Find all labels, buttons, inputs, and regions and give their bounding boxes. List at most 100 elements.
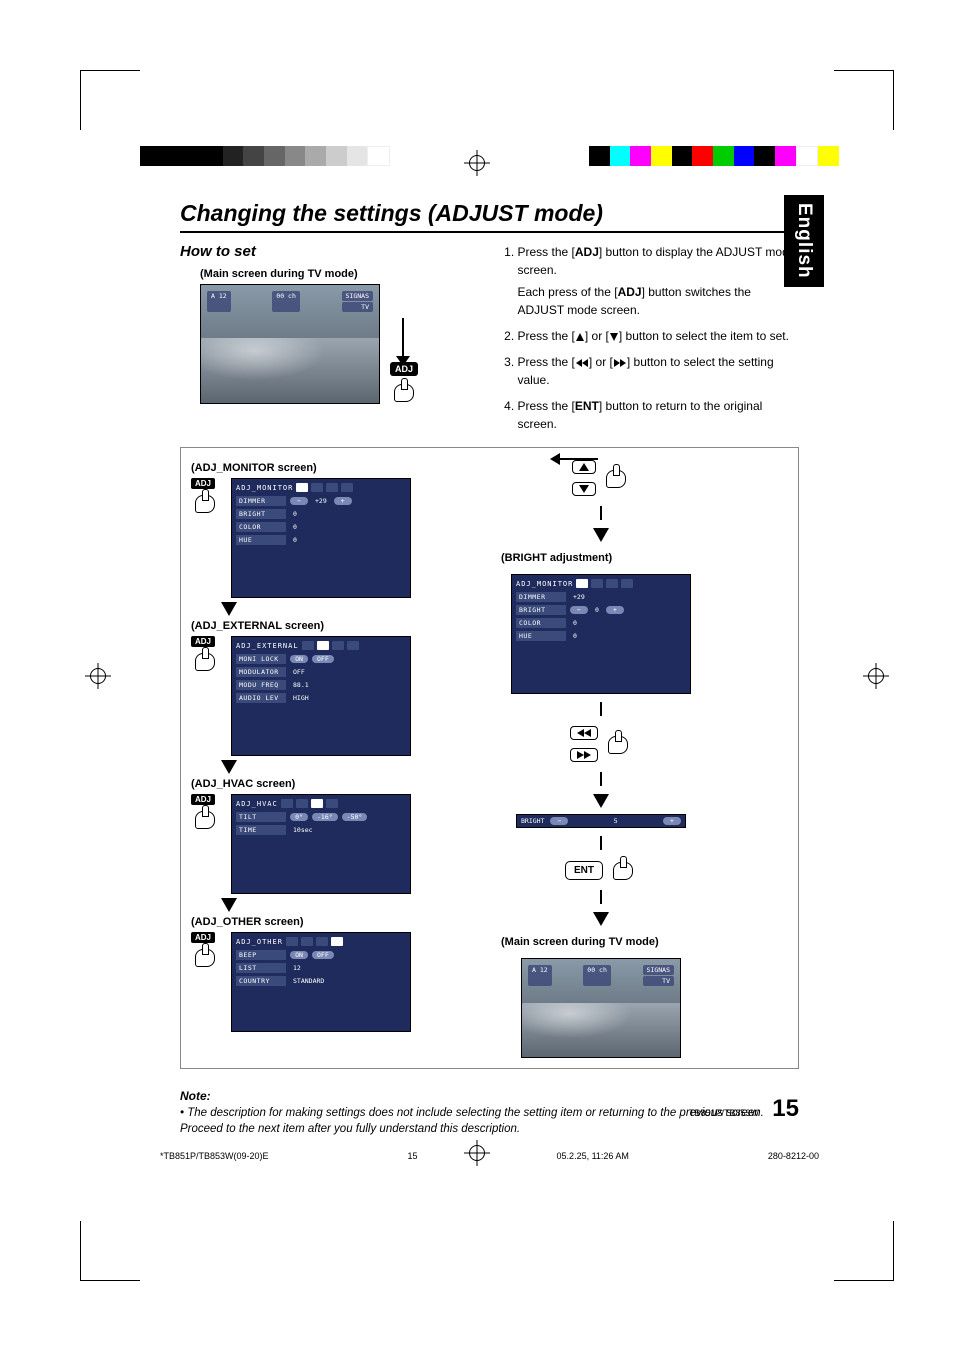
flow-arrow-down-icon bbox=[402, 318, 404, 358]
opt-off: OFF bbox=[312, 951, 334, 959]
folder-icon bbox=[296, 799, 308, 808]
row-value: HIGH bbox=[290, 694, 312, 702]
connector-arrow-icon bbox=[558, 458, 598, 460]
row-label: LIST bbox=[236, 963, 286, 973]
tv-mode-screen: A 12 00 ch SIGNAS TV bbox=[200, 284, 380, 404]
adj-hvac-screen: ADJ_HVAC TILT0°-16°-50° TIME10sec bbox=[231, 794, 411, 894]
screen-header: ADJ_OTHER bbox=[236, 938, 283, 946]
row-value: 0 bbox=[570, 632, 580, 640]
folder-icon bbox=[311, 483, 323, 492]
opt: -16° bbox=[312, 813, 338, 821]
right-column: Press the [ADJ] button to display the AD… bbox=[500, 243, 800, 441]
step1-pre: Press the [ bbox=[518, 245, 575, 259]
color-bar bbox=[589, 146, 839, 166]
folder-icon bbox=[326, 799, 338, 808]
row-value: STANDARD bbox=[290, 977, 327, 985]
row-value: 12 bbox=[290, 964, 304, 972]
opt-off: OFF bbox=[312, 655, 334, 663]
tv-channel-mid: 00 ch bbox=[272, 291, 300, 312]
hand-icon bbox=[602, 466, 630, 490]
hand-icon bbox=[191, 491, 219, 515]
up-triangle-icon bbox=[575, 332, 585, 342]
hand-icon bbox=[390, 380, 418, 404]
model-id: TB851P/TB853W bbox=[689, 1108, 759, 1118]
steps-list: Press the [ADJ] button to display the AD… bbox=[518, 243, 800, 433]
step1-key: ADJ bbox=[575, 245, 599, 259]
flow-line-icon bbox=[600, 836, 602, 850]
step2-post: ] button to select the item to set. bbox=[619, 329, 789, 343]
caption-adj-hvac: (ADJ_HVAC screen) bbox=[191, 778, 471, 790]
page-title: Changing the settings (ADJUST mode) bbox=[180, 200, 799, 233]
folder-icon bbox=[332, 641, 344, 650]
row-label: COLOR bbox=[236, 522, 286, 532]
flow-line-icon bbox=[600, 772, 602, 786]
grayscale-bar bbox=[140, 146, 390, 166]
plus-pill: + bbox=[606, 606, 624, 614]
tv-signal: SIGNAS bbox=[342, 291, 373, 301]
forward-button-icon bbox=[570, 748, 598, 762]
tv-mode: TV bbox=[342, 302, 373, 312]
minus-pill: − bbox=[290, 497, 308, 505]
folder-icon bbox=[301, 937, 313, 946]
opt: 0° bbox=[290, 813, 308, 821]
folder-icon bbox=[621, 579, 633, 588]
left-screen-stack: (ADJ_MONITOR screen) ADJ ADJ_MONITOR DIM… bbox=[191, 458, 471, 1058]
tv-mode: TV bbox=[643, 976, 674, 986]
tv-channel-mid: 00 ch bbox=[583, 965, 611, 986]
step-3: Press the [] or [] button to select the … bbox=[518, 353, 800, 389]
screen-header: ADJ_MONITOR bbox=[236, 484, 293, 492]
tv-mode-screen-2: A 12 00 ch SIGNAS TV bbox=[521, 958, 681, 1058]
screen-header: ADJ_EXTERNAL bbox=[236, 642, 299, 650]
screen-header: ADJ_MONITOR bbox=[516, 580, 573, 588]
folder-icon bbox=[316, 937, 328, 946]
adj-other-screen: ADJ_OTHER BEEPONOFF LIST12 COUNTRYSTANDA… bbox=[231, 932, 411, 1032]
note-heading: Note: bbox=[180, 1089, 799, 1103]
crop-mark-top-right bbox=[834, 70, 894, 130]
tv-channel-left: A 12 bbox=[207, 291, 231, 312]
adj-icon: ADJ bbox=[191, 478, 215, 489]
hand-icon bbox=[191, 807, 219, 831]
tv-background bbox=[201, 338, 379, 403]
caption-adj-other: (ADJ_OTHER screen) bbox=[191, 916, 471, 928]
left-column: How to set (Main screen during TV mode) … bbox=[180, 243, 480, 441]
flow-arrow-down-icon bbox=[593, 528, 609, 542]
bar-label: BRIGHT bbox=[521, 817, 544, 825]
row-value: 10sec bbox=[290, 826, 316, 834]
row-label: COLOR bbox=[516, 618, 566, 628]
row-label: DIMMER bbox=[516, 592, 566, 602]
flow-line-icon bbox=[600, 702, 602, 716]
crop-mark-bottom-left bbox=[80, 1221, 140, 1281]
folder-icon bbox=[281, 799, 293, 808]
print-footer: *TB851P/TB853W(09-20)E 15 05.2.25, 11:26… bbox=[160, 1151, 819, 1161]
rewind-icon bbox=[575, 358, 589, 368]
folder-icon bbox=[326, 483, 338, 492]
flow-arrow-down-icon bbox=[221, 602, 237, 616]
hand-icon bbox=[609, 858, 637, 882]
step3-pre: Press the [ bbox=[518, 355, 575, 369]
row-value: +29 bbox=[312, 497, 330, 505]
row-label: MODULATOR bbox=[236, 667, 286, 677]
howto-heading: How to set bbox=[180, 243, 480, 260]
minus-pill: − bbox=[550, 817, 568, 825]
folder-icon bbox=[606, 579, 618, 588]
caption-bright-adj: (BRIGHT adjustment) bbox=[501, 552, 612, 564]
row-label: TILT bbox=[236, 812, 286, 822]
tv-background bbox=[522, 1003, 680, 1057]
tv-channel-left: A 12 bbox=[528, 965, 552, 986]
step2-pre: Press the [ bbox=[518, 329, 575, 343]
folder-icon bbox=[576, 579, 588, 588]
row-value: 0 bbox=[290, 510, 300, 518]
footer-page: 15 bbox=[408, 1151, 418, 1161]
footer-file: *TB851P/TB853W(09-20)E bbox=[160, 1151, 269, 1161]
row-value: 0 bbox=[290, 523, 300, 531]
row-label: MODU FREQ bbox=[236, 680, 286, 690]
row-label: BRIGHT bbox=[236, 509, 286, 519]
flow-arrow-down-icon bbox=[593, 794, 609, 808]
row-value: 0 bbox=[290, 536, 300, 544]
folder-icon bbox=[311, 799, 323, 808]
language-tab: English bbox=[784, 195, 824, 287]
up-button-icon bbox=[572, 460, 596, 474]
step1-sub-key: ADJ bbox=[618, 285, 642, 299]
caption-adj-external: (ADJ_EXTERNAL screen) bbox=[191, 620, 471, 632]
row-value: 0 bbox=[592, 606, 602, 614]
